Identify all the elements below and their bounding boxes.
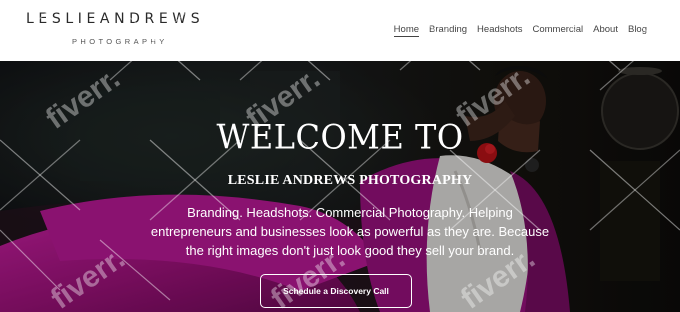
hero-description: Branding. Headshots. Commercial Photogra… [150, 205, 550, 258]
nav-item-headshots[interactable]: Headshots [477, 24, 522, 36]
schedule-call-button[interactable]: Schedule a Discovery Call [260, 274, 412, 308]
nav-item-about[interactable]: About [593, 24, 618, 36]
hero-title: WELCOME TO [216, 117, 464, 157]
nav-item-commercial[interactable]: Commercial [532, 24, 583, 36]
nav-item-home[interactable]: Home [393, 24, 420, 37]
main-nav: Home Branding Headshots Commercial About… [393, 22, 647, 38]
hero-subtitle: LESLIE ANDREWS PHOTOGRAPHY [227, 173, 473, 188]
site-logo[interactable]: LESLIEANDREWS PHOTOGRAPHY [26, 11, 232, 51]
nav-item-blog[interactable]: Blog [628, 24, 647, 36]
hero-section: WELCOME TO LESLIE ANDREWS PHOTOGRAPHY Br… [0, 61, 680, 312]
site-header: LESLIEANDREWS PHOTOGRAPHY Home Branding … [0, 0, 680, 61]
nav-item-branding[interactable]: Branding [429, 24, 467, 36]
logo-name: LESLIEANDREWS [26, 11, 205, 27]
logo-tagline: PHOTOGRAPHY [72, 37, 168, 46]
